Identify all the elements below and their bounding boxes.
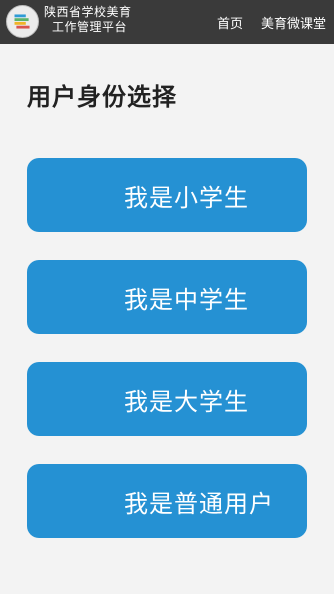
- site-brand[interactable]: 陕西省学校美育 工作管理平台: [44, 5, 150, 35]
- nav-home-link[interactable]: 首页: [217, 13, 243, 32]
- site-logo-icon[interactable]: [6, 5, 39, 38]
- top-nav: 首页 美育微课堂: [217, 0, 326, 44]
- brand-line-2: 工作管理平台: [52, 20, 128, 34]
- primary-student-button[interactable]: 我是小学生: [27, 158, 307, 232]
- page-title: 用户身份选择: [27, 83, 177, 111]
- top-bar: 陕西省学校美育 工作管理平台 首页 美育微课堂: [0, 0, 334, 44]
- identity-choice-list: 我是小学生 我是中学生 我是大学生 我是普通用户: [27, 158, 307, 566]
- general-user-button[interactable]: 我是普通用户: [27, 464, 307, 538]
- brand-line-1: 陕西省学校美育: [44, 5, 132, 19]
- nav-micro-class-link[interactable]: 美育微课堂: [261, 13, 326, 32]
- secondary-student-button[interactable]: 我是中学生: [27, 260, 307, 334]
- university-student-button[interactable]: 我是大学生: [27, 362, 307, 436]
